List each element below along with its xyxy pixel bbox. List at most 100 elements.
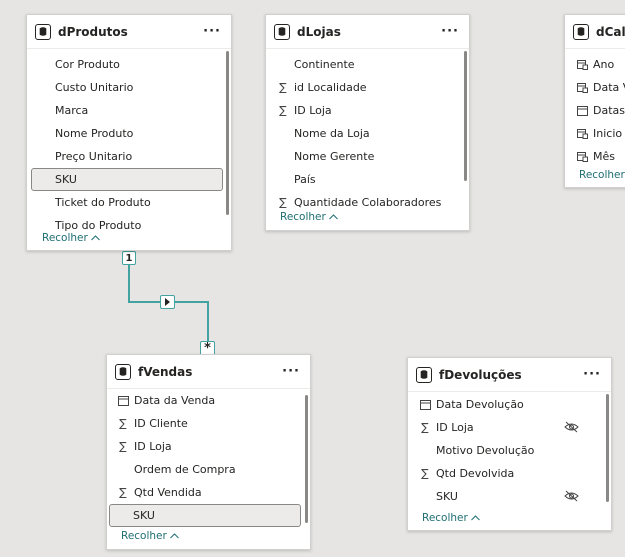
field-item[interactable]: Marca [27, 99, 231, 122]
card-header[interactable]: dCale [565, 15, 625, 49]
table-card-dcalendario[interactable]: dCale Ano Data Vi Datas Inicio d Mês Rec… [564, 14, 625, 188]
field-label: Ticket do Produto [55, 196, 151, 209]
field-label: Datas [593, 104, 625, 117]
field-label: ID Cliente [134, 417, 188, 430]
sigma-icon: ∑ [421, 421, 429, 434]
collapse-link[interactable]: Recolher [121, 530, 179, 542]
calendar-hierarchy-icon [575, 82, 589, 93]
field-item[interactable]: ∑ Quantidade Colaboradores [266, 191, 469, 213]
field-label: Tipo do Produto [55, 219, 142, 231]
eye-hidden-icon [564, 421, 579, 436]
field-list[interactable]: Continente ∑ id Localidade ∑ ID Loja Nome … [266, 49, 469, 213]
field-label: Custo Unitario [55, 81, 134, 94]
field-item[interactable]: Cor Produto [27, 53, 231, 76]
table-title: dLojas [297, 24, 341, 39]
field-item[interactable]: ∑ Qtd Vendida [107, 481, 310, 504]
single-direction-arrow-icon[interactable] [160, 295, 175, 309]
chevron-up-icon [90, 235, 100, 241]
field-item[interactable]: Datas [565, 99, 625, 122]
field-item[interactable]: Data Vi [565, 76, 625, 99]
more-options-button[interactable]: ··· [203, 24, 221, 39]
field-item[interactable]: Motivo Devolução [408, 439, 611, 462]
field-item[interactable]: Continente [266, 53, 469, 76]
collapse-link[interactable]: Recolher [579, 169, 625, 181]
table-card-dprodutos[interactable]: dProdutos ··· Cor Produto Custo Unitario… [26, 14, 232, 251]
collapse-label: Recolher [42, 232, 88, 244]
calendar-icon [116, 395, 130, 406]
more-options-button[interactable]: ··· [282, 364, 300, 379]
collapse-link[interactable]: Recolher [422, 512, 480, 524]
scrollbar[interactable] [464, 51, 467, 181]
field-label: SKU [133, 509, 155, 522]
table-card-fdevolucoes[interactable]: fDevoluções ··· Data Devolução ∑ ID Loja … [407, 357, 612, 531]
field-list[interactable]: Data Devolução ∑ ID Loja Motivo Devolução… [408, 392, 611, 511]
card-header[interactable]: fDevoluções ··· [408, 358, 611, 392]
sigma-icon: ∑ [119, 417, 127, 430]
field-item[interactable]: ∑ id Localidade [266, 76, 469, 99]
field-label: Ano [593, 58, 615, 71]
field-label: SKU [55, 173, 77, 186]
field-item[interactable]: Custo Unitario [27, 76, 231, 99]
field-label: Ordem de Compra [134, 463, 236, 476]
calendar-hierarchy-icon [575, 59, 589, 70]
field-label: Nome Gerente [294, 150, 375, 163]
card-header[interactable]: dProdutos ··· [27, 15, 231, 49]
field-label: Quantidade Colaboradores [294, 196, 442, 209]
field-item[interactable]: SKU [408, 485, 611, 508]
field-label: ID Loja [134, 440, 172, 453]
calendar-icon [575, 105, 589, 116]
field-label: Motivo Devolução [436, 444, 535, 457]
collapse-link[interactable]: Recolher [280, 211, 338, 223]
field-label: Continente [294, 58, 355, 71]
table-card-dlojas[interactable]: dLojas ··· Continente ∑ id Localidade ∑ ID… [265, 14, 470, 231]
field-list[interactable]: Data da Venda ∑ ID Cliente ∑ ID Loja Ordem… [107, 389, 310, 529]
relationship-one-badge: 1 [122, 251, 136, 265]
field-item[interactable]: Mês [565, 145, 625, 168]
field-item[interactable]: Nome Gerente [266, 145, 469, 168]
field-item[interactable]: ∑ ID Cliente [107, 412, 310, 435]
field-label: SKU [436, 490, 458, 503]
field-item[interactable]: ∑ Qtd Devolvida [408, 462, 611, 485]
field-label: Cor Produto [55, 58, 120, 71]
chevron-up-icon [328, 214, 338, 220]
field-item-selected[interactable]: SKU [109, 504, 301, 527]
field-item[interactable]: Ordem de Compra [107, 458, 310, 481]
field-item[interactable]: Ano [565, 53, 625, 76]
field-item[interactable]: Preço Unitario [27, 145, 231, 168]
field-label: Qtd Devolvida [436, 467, 515, 480]
scrollbar[interactable] [606, 394, 609, 502]
calendar-hierarchy-icon [575, 151, 589, 162]
eye-hidden-icon [564, 490, 579, 505]
scrollbar[interactable] [226, 51, 229, 215]
field-item[interactable]: ∑ ID Loja [107, 435, 310, 458]
field-item[interactable]: Nome da Loja [266, 122, 469, 145]
card-header[interactable]: fVendas ··· [107, 355, 310, 389]
field-item[interactable]: Nome Produto [27, 122, 231, 145]
card-header[interactable]: dLojas ··· [266, 15, 469, 49]
field-item[interactable]: Ticket do Produto [27, 191, 231, 214]
field-item[interactable]: Data Devolução [408, 393, 611, 416]
relationship-line-vertical-bottom[interactable] [207, 301, 209, 343]
table-card-fvendas[interactable]: fVendas ··· Data da Venda ∑ ID Cliente ∑ I… [106, 354, 311, 550]
field-list[interactable]: Ano Data Vi Datas Inicio d Mês [565, 49, 625, 168]
scrollbar[interactable] [305, 395, 308, 523]
sigma-icon: ∑ [421, 467, 429, 480]
collapse-link[interactable]: Recolher [42, 232, 100, 244]
relationship-line-vertical-top[interactable] [128, 264, 130, 302]
field-item-selected[interactable]: SKU [31, 168, 223, 191]
field-item[interactable]: Tipo do Produto [27, 214, 231, 231]
more-options-button[interactable]: ··· [583, 367, 601, 382]
field-item[interactable]: ∑ ID Loja [266, 99, 469, 122]
field-item[interactable]: País [266, 168, 469, 191]
field-item[interactable]: Inicio d [565, 122, 625, 145]
table-title: fVendas [138, 364, 193, 379]
calendar-icon [418, 399, 432, 410]
table-icon [416, 366, 432, 383]
calendar-hierarchy-icon [575, 128, 589, 139]
field-list[interactable]: Cor Produto Custo Unitario Marca Nome Pr… [27, 49, 231, 231]
field-label: Data da Venda [134, 394, 216, 407]
sigma-icon: ∑ [119, 440, 127, 453]
field-item[interactable]: ∑ ID Loja [408, 416, 611, 439]
more-options-button[interactable]: ··· [441, 24, 459, 39]
field-item[interactable]: Data da Venda [107, 389, 310, 412]
